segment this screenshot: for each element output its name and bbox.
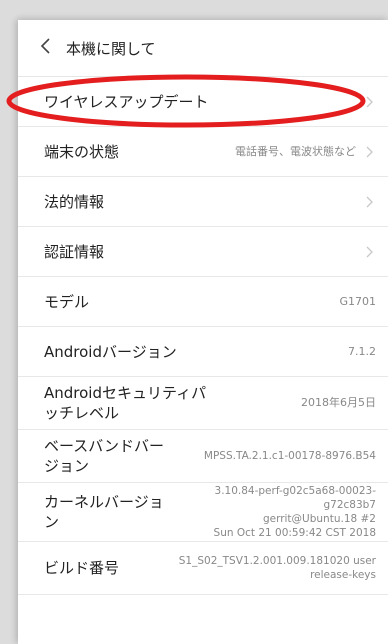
row-value-multiline: 3.10.84-perf-g02c5a68-00023- g72c83b7 ge…	[206, 484, 376, 540]
settings-list: ワイヤレスアップデート 端末の状態 電話番号、電波状態など 法的情報 認証情報 …	[18, 77, 388, 595]
row-android-version: Androidバージョン 7.1.2	[18, 327, 388, 377]
row-label: ベースバンドバージョン	[44, 437, 165, 475]
value-line: release-keys	[310, 569, 376, 581]
value-line: g72c83b7	[323, 499, 376, 511]
row-value: 電話番号、電波状態など	[235, 144, 356, 158]
row-value: 7.1.2	[348, 344, 376, 358]
row-wireless-update[interactable]: ワイヤレスアップデート	[18, 77, 388, 127]
row-label: カーネルバージョン	[44, 493, 164, 531]
value-line: gerrit@Ubuntu.18 #2	[262, 513, 376, 525]
row-value: MPSS.TA.2.1.c1-00178-8976.B54	[203, 450, 376, 462]
chevron-right-icon	[362, 196, 376, 208]
value-line: 3.10.84-perf-g02c5a68-00023-	[214, 485, 376, 497]
value-line: Sun Oct 21 00:59:42 CST 2018	[213, 527, 376, 539]
row-label: モデル	[44, 292, 90, 311]
row-label: 端末の状態	[44, 142, 120, 161]
row-model: モデル G1701	[18, 277, 388, 327]
chevron-right-icon	[362, 146, 376, 158]
row-label: 法的情報	[44, 192, 105, 211]
row-baseband-version: ベースバンドバージョン MPSS.TA.2.1.c1-00178-8976.B5…	[18, 430, 388, 483]
row-label: 認証情報	[44, 242, 105, 261]
row-label: Androidセキュリティパッチレベル	[44, 384, 207, 422]
row-label: Androidバージョン	[44, 342, 177, 361]
row-label: ワイヤレスアップデート	[44, 92, 209, 111]
back-button[interactable]	[26, 20, 66, 76]
row-value-multiline: S1_S02_TSV1.2.001.009.181020 user releas…	[171, 554, 376, 582]
page-title: 本機に関して	[66, 39, 156, 58]
chevron-right-icon	[362, 246, 376, 258]
row-value: G1701	[339, 294, 376, 308]
row-certification[interactable]: 認証情報	[18, 227, 388, 277]
row-security-patch: Androidセキュリティパッチレベル 2018年6月5日	[18, 377, 388, 430]
chevron-left-icon	[40, 38, 52, 58]
row-value: 2018年6月5日	[301, 396, 376, 409]
row-device-status[interactable]: 端末の状態 電話番号、電波状態など	[18, 127, 388, 177]
header: 本機に関して	[18, 20, 388, 77]
row-build-number: ビルド番号 S1_S02_TSV1.2.001.009.181020 user …	[18, 542, 388, 595]
row-label: ビルド番号	[44, 559, 120, 577]
settings-screen: 本機に関して ワイヤレスアップデート 端末の状態 電話番号、電波状態など 法的情…	[18, 20, 388, 644]
row-kernel-version: カーネルバージョン 3.10.84-perf-g02c5a68-00023- g…	[18, 483, 388, 542]
value-line: S1_S02_TSV1.2.001.009.181020 user	[178, 555, 376, 567]
row-legal-info[interactable]: 法的情報	[18, 177, 388, 227]
chevron-right-icon	[362, 96, 376, 108]
